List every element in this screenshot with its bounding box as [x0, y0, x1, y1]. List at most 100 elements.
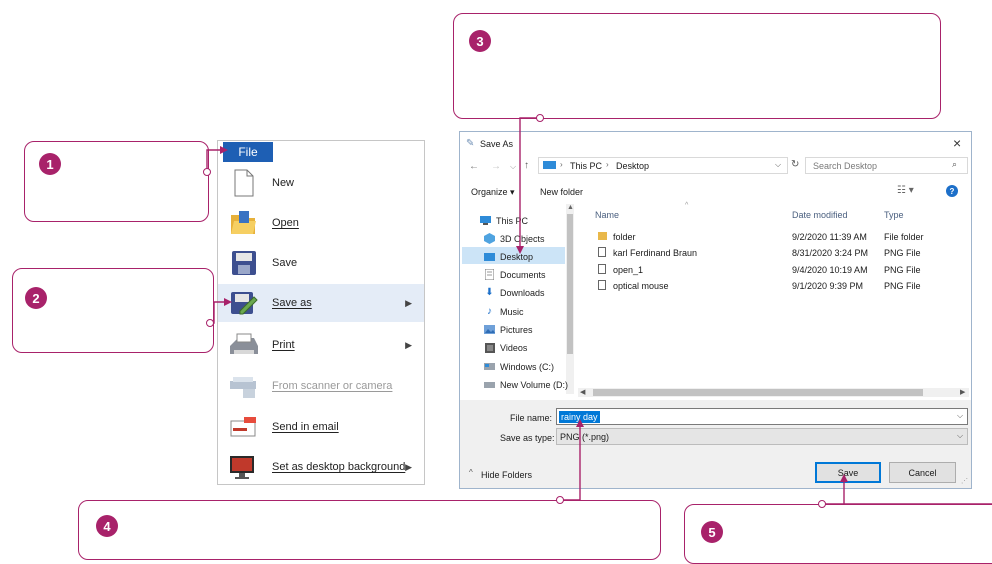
- nav-item-label: 3D Objects: [500, 233, 545, 244]
- organize-button[interactable]: Organize ▾: [471, 187, 515, 198]
- nav-item-label: Desktop: [500, 251, 534, 262]
- file-row[interactable]: open_1 9/4/2020 10:19 AM PNG File: [595, 263, 930, 279]
- png-file-icon: [598, 280, 606, 290]
- back-arrow-icon[interactable]: ←: [469, 161, 479, 172]
- new-folder-button[interactable]: New folder: [540, 187, 583, 197]
- png-file-icon: [598, 247, 606, 257]
- save-as-type-select[interactable]: [556, 428, 968, 445]
- horizontal-scroll-thumb[interactable]: [593, 389, 923, 396]
- desktop-background-icon: [228, 452, 260, 482]
- file-date: 8/31/2020 3:24 PM: [792, 248, 869, 258]
- file-menu-tab[interactable]: File: [223, 142, 273, 162]
- menu-item-set-desktop-background[interactable]: Set as desktop background ▶: [218, 448, 424, 486]
- forward-arrow-icon[interactable]: →: [491, 161, 501, 172]
- callout-box-5: [684, 504, 992, 564]
- menu-item-print[interactable]: Print ▶: [218, 326, 424, 364]
- scroll-left-icon[interactable]: ◀: [580, 388, 585, 396]
- callout-box-4: [78, 500, 661, 560]
- hide-folders-button[interactable]: Hide Folders: [481, 470, 532, 480]
- save-as-dialog: ✎ Save As × ← → ⌵ ↑ › This PC › Desktop …: [459, 131, 972, 489]
- column-header-date[interactable]: Date modified: [792, 210, 848, 220]
- menu-item-new[interactable]: New: [218, 164, 424, 202]
- nav-item-label: Videos: [500, 342, 528, 353]
- hide-folders-chevron-icon[interactable]: ^: [469, 468, 473, 477]
- nav-item-label: Pictures: [500, 324, 533, 335]
- nav-item-label: Music: [500, 306, 524, 317]
- refresh-icon[interactable]: ↻: [791, 159, 799, 170]
- column-header-name[interactable]: Name: [595, 210, 619, 220]
- file-name-label: File name:: [510, 413, 553, 423]
- nav-scroll-up-icon[interactable]: ▲: [567, 204, 574, 211]
- file-name: optical mouse: [613, 281, 669, 291]
- breadcrumb-desktop[interactable]: Desktop: [616, 161, 649, 171]
- menu-item-label: From scanner or camera: [272, 380, 393, 392]
- breadcrumb-separator: ›: [560, 160, 563, 169]
- folder-icon: [598, 232, 607, 240]
- scroll-right-icon[interactable]: ▶: [960, 388, 965, 396]
- computer-icon: [480, 215, 491, 226]
- nav-item-new-volume-d[interactable]: New Volume (D:): [484, 376, 568, 393]
- pictures-icon: [484, 324, 495, 335]
- menu-item-open[interactable]: Open: [218, 204, 424, 242]
- file-name-field[interactable]: [556, 408, 968, 425]
- nav-item-downloads[interactable]: ⬇ Downloads: [484, 284, 545, 301]
- file-name: karl Ferdinand Braun: [613, 248, 698, 258]
- menu-item-save-as[interactable]: Save as ▶: [218, 284, 424, 322]
- save-button[interactable]: Save: [815, 462, 881, 483]
- floppy-disk-icon: [228, 248, 260, 278]
- file-name-dropdown-icon[interactable]: ⌵: [957, 411, 963, 421]
- file-row[interactable]: karl Ferdinand Braun 8/31/2020 3:24 PM P…: [595, 246, 930, 262]
- file-row[interactable]: folder 9/2/2020 11:39 AM File folder: [595, 230, 930, 246]
- file-type: PNG File: [884, 281, 921, 291]
- nav-item-desktop[interactable]: Desktop: [484, 248, 533, 265]
- nav-item-music[interactable]: ♪ Music: [484, 303, 524, 320]
- callout-box-2: [12, 268, 214, 353]
- file-date: 9/1/2020 9:39 PM: [792, 281, 864, 291]
- nav-scroll-thumb[interactable]: [567, 214, 573, 354]
- nav-item-pictures[interactable]: Pictures: [484, 321, 533, 338]
- save-as-icon: [228, 288, 260, 318]
- breadcrumb-separator: ›: [606, 160, 609, 169]
- nav-item-label: Downloads: [500, 287, 545, 298]
- submenu-arrow-icon: ▶: [405, 297, 412, 308]
- search-icon: ⌕: [952, 159, 958, 169]
- breadcrumb-this-pc[interactable]: This PC: [570, 161, 602, 171]
- callout-box-3: [453, 13, 941, 119]
- nav-item-3d-objects[interactable]: 3D Objects: [484, 230, 545, 247]
- recent-chevron-icon[interactable]: ⌵: [510, 162, 516, 172]
- callout-anchor-3: [536, 114, 544, 122]
- nav-item-windows-c[interactable]: Windows (C:): [484, 358, 554, 375]
- open-folder-icon: [228, 208, 260, 238]
- cancel-button[interactable]: Cancel: [889, 462, 956, 483]
- menu-item-send-email[interactable]: Send in email: [218, 408, 424, 446]
- submenu-arrow-icon: ▶: [405, 461, 412, 472]
- email-icon: [228, 412, 260, 442]
- save-as-type-dropdown-icon[interactable]: ⌵: [957, 431, 963, 441]
- up-arrow-icon[interactable]: ↑: [524, 160, 529, 171]
- nav-item-videos[interactable]: Videos: [484, 339, 527, 356]
- resize-grip-icon[interactable]: ⋰: [961, 477, 968, 485]
- nav-item-documents[interactable]: Documents: [484, 266, 546, 283]
- callout-anchor-5: [818, 500, 826, 508]
- menu-item-save[interactable]: Save: [218, 244, 424, 282]
- drive-icon: [484, 379, 495, 390]
- nav-item-label: Documents: [500, 269, 546, 280]
- file-name-value: rainy day: [559, 411, 600, 423]
- new-document-icon: [228, 168, 260, 198]
- help-icon[interactable]: ?: [946, 185, 958, 197]
- nav-item-this-pc[interactable]: This PC: [480, 212, 528, 229]
- desktop-icon: [484, 251, 495, 262]
- sort-chevron-icon: ^: [685, 202, 689, 209]
- column-header-type[interactable]: Type: [884, 210, 904, 220]
- view-options-icon[interactable]: ☷ ▾: [897, 185, 914, 196]
- menu-item-label: Open: [272, 217, 299, 229]
- callout-anchor-1: [203, 168, 211, 176]
- file-type: File folder: [884, 232, 924, 242]
- dialog-title: Save As: [480, 139, 514, 149]
- menu-item-from-scanner[interactable]: From scanner or camera: [218, 367, 424, 405]
- file-row[interactable]: optical mouse 9/1/2020 9:39 PM PNG File: [595, 279, 930, 295]
- menu-item-label: Save as: [272, 297, 312, 309]
- close-icon[interactable]: ×: [953, 135, 961, 151]
- downloads-icon: ⬇: [485, 287, 494, 298]
- address-dropdown-icon[interactable]: ⌵: [775, 160, 781, 170]
